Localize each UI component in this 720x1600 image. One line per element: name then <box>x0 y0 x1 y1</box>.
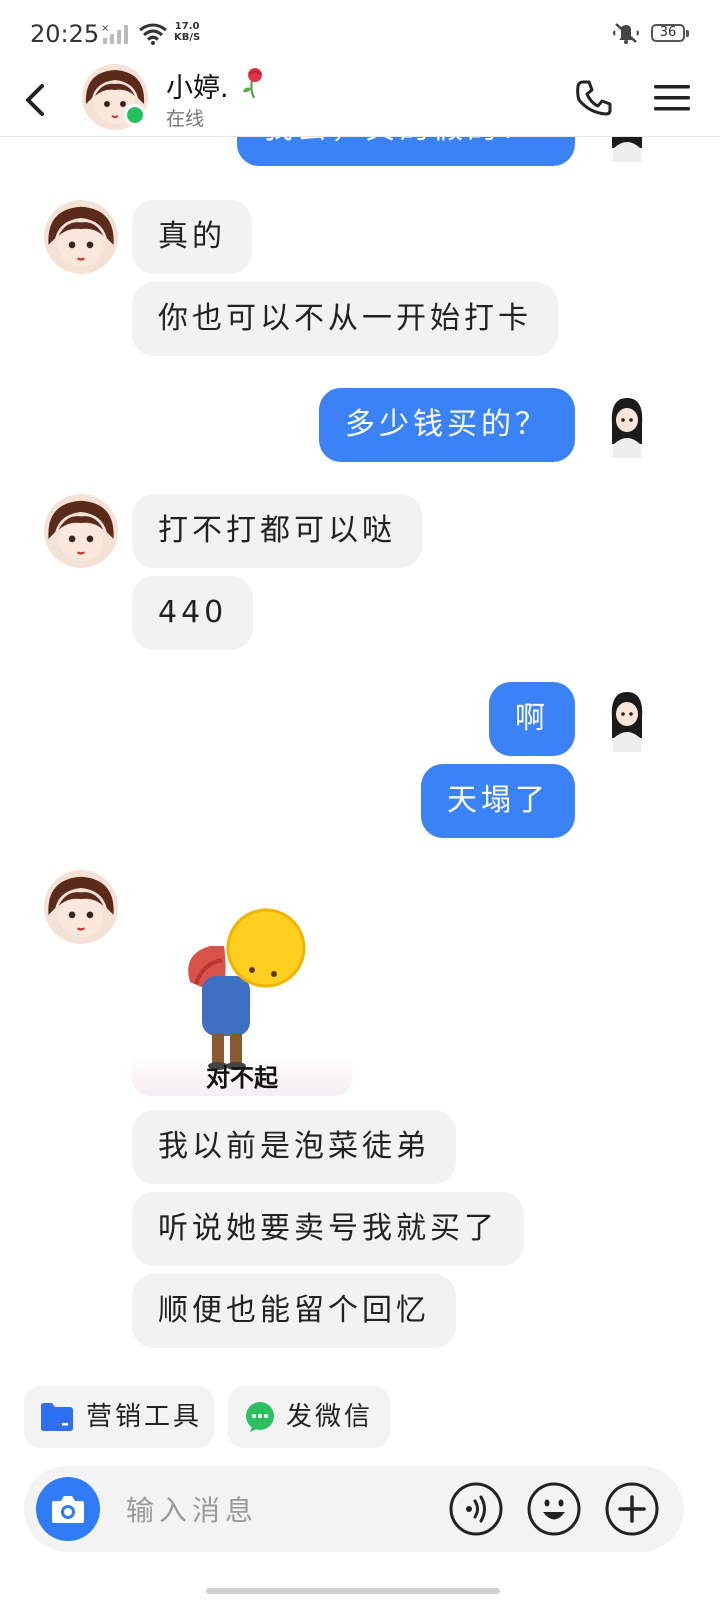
send-wechat-label: 发微信 <box>286 1402 374 1432</box>
message-bubble-outgoing[interactable]: 多少钱买的？ <box>319 388 575 462</box>
rose-emoji-icon <box>243 68 262 99</box>
contact-avatar[interactable] <box>44 494 118 568</box>
camera-button[interactable] <box>36 1477 100 1541</box>
mute-icon <box>613 23 639 44</box>
message-bubble-outgoing[interactable]: 啊 <box>489 682 575 756</box>
message-list[interactable]: 我去，真的假的？ 真的 你也可以不从一开始打卡 多少钱买的？ <box>0 136 720 1386</box>
add-more-button[interactable] <box>604 1481 660 1537</box>
voice-input-button[interactable] <box>448 1481 504 1537</box>
send-wechat-button[interactable]: 发微信 <box>228 1386 390 1448</box>
battery-indicator: 36 <box>651 24 689 42</box>
phone-call-button[interactable] <box>574 78 614 118</box>
my-avatar[interactable] <box>590 388 664 462</box>
sticker-message[interactable]: 对不起 <box>132 884 352 1096</box>
message-bubble-incoming[interactable]: 440 <box>132 576 254 650</box>
signal-icon: × <box>101 23 128 44</box>
network-speed: 17.0 KB/S <box>174 21 200 43</box>
message-bubble-incoming[interactable]: 顺便也能留个回忆 <box>132 1274 456 1348</box>
message-bubble-incoming[interactable]: 我以前是泡菜徒弟 <box>132 1110 456 1184</box>
message-bubble-incoming[interactable]: 打不打都可以哒 <box>132 494 422 568</box>
avatar-image <box>590 388 664 462</box>
message-bubble-incoming[interactable]: 听说她要卖号我就买了 <box>132 1192 524 1266</box>
wechat-icon <box>246 1402 274 1432</box>
message-input[interactable] <box>124 1484 428 1536</box>
avatar-image <box>590 136 664 166</box>
contact-avatar[interactable] <box>44 870 118 944</box>
message-bubble-outgoing[interactable]: 天塌了 <box>421 764 575 838</box>
speed-unit: KB/S <box>174 32 201 43</box>
contact-status: 在线 <box>166 108 205 130</box>
menu-icon[interactable] <box>652 80 692 116</box>
status-bar: 20:25 × 17.0 KB/S 36 <box>0 0 720 64</box>
camera-icon <box>52 1496 84 1523</box>
my-avatar[interactable] <box>590 136 664 166</box>
folder-icon <box>41 1403 73 1431</box>
message-input-bar <box>24 1466 684 1552</box>
back-button[interactable] <box>18 76 58 124</box>
avatar-image <box>44 200 118 274</box>
avatar-image <box>590 682 664 756</box>
marketing-tools-label: 营销工具 <box>86 1402 203 1432</box>
home-indicator[interactable] <box>206 1588 500 1594</box>
message-bubble-outgoing[interactable]: 我去，真的假的？ <box>237 136 575 166</box>
wifi-icon <box>139 23 167 45</box>
message-bubble-incoming[interactable]: 你也可以不从一开始打卡 <box>132 282 558 356</box>
svg-text:×: × <box>101 23 109 34</box>
my-avatar[interactable] <box>590 682 664 756</box>
message-bubble-incoming[interactable]: 真的 <box>132 200 252 274</box>
marketing-tools-button[interactable]: 营销工具 <box>24 1386 214 1448</box>
contact-avatar[interactable] <box>44 200 118 274</box>
contact-name[interactable]: 小婷. <box>166 66 229 105</box>
status-time: 20:25 <box>30 20 100 48</box>
avatar-image <box>44 494 118 568</box>
avatar-image <box>44 870 118 944</box>
speed-value: 17.0 <box>174 21 200 32</box>
online-indicator <box>124 104 146 126</box>
emoji-button[interactable] <box>526 1481 582 1537</box>
chat-header: 小婷. 在线 <box>0 64 720 137</box>
sticker-caption: 对不起 <box>206 1064 278 1092</box>
